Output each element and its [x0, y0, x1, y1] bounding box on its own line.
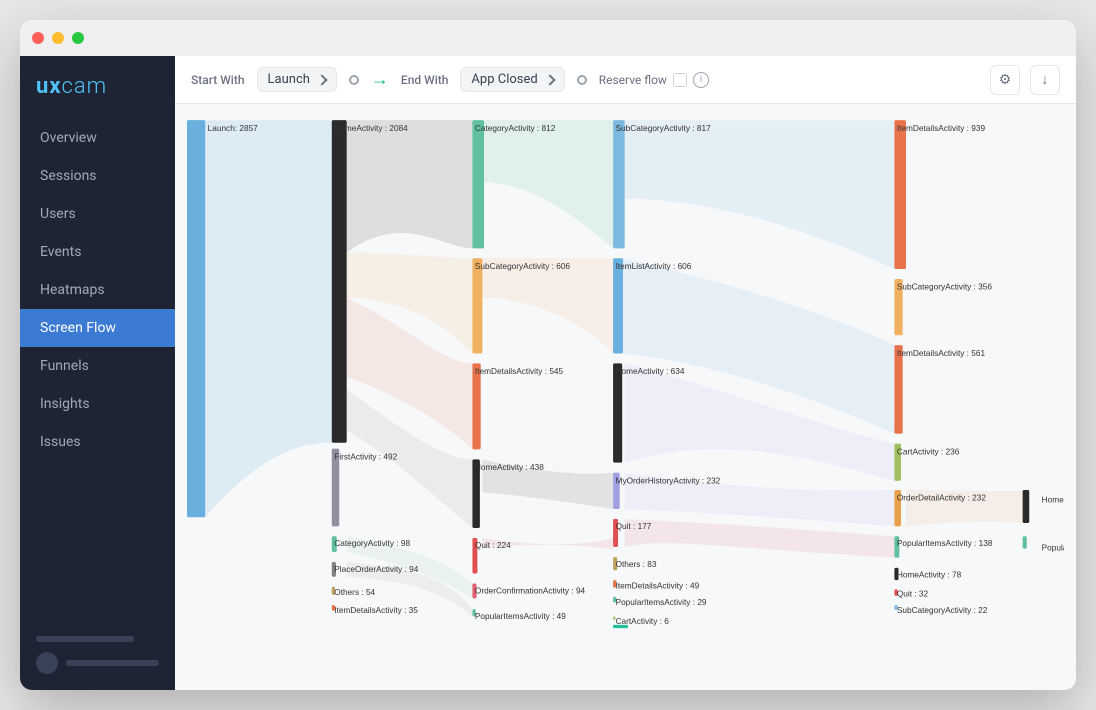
- svg-text:SubCategoryActivity : 356: SubCategoryActivity : 356: [897, 283, 993, 292]
- end-label: End With: [401, 73, 449, 87]
- svg-text:OrderDetailActivity : 232: OrderDetailActivity : 232: [897, 494, 987, 503]
- sidebar-nav: OverviewSessionsUsersEventsHeatmapsScree…: [20, 119, 175, 620]
- svg-text:FirstActivity : 492: FirstActivity : 492: [334, 452, 397, 461]
- sidebar-item-users[interactable]: Users: [20, 195, 175, 233]
- download-icon: ↓: [1042, 71, 1049, 88]
- svg-text:SubCategoryActivity : 817: SubCategoryActivity : 817: [616, 124, 712, 133]
- toolbar-actions: ⚙ ↓: [990, 65, 1060, 95]
- svg-text:Quit : 224: Quit : 224: [475, 541, 511, 550]
- download-button[interactable]: ↓: [1030, 65, 1060, 95]
- svg-text:HomeActivity : 634: HomeActivity : 634: [616, 367, 685, 376]
- svg-text:MyOrderHistoryActivity : 232: MyOrderHistoryActivity : 232: [616, 476, 721, 485]
- end-value: App Closed: [471, 72, 537, 87]
- close-button[interactable]: [32, 32, 44, 44]
- sidebar-item-overview[interactable]: Overview: [20, 119, 175, 157]
- svg-text:HomeActivity : 438: HomeActivity : 438: [475, 463, 544, 472]
- svg-text:SubCategoryActivity : 606: SubCategoryActivity : 606: [475, 262, 571, 271]
- svg-text:Others : 54: Others : 54: [334, 588, 375, 597]
- settings-button[interactable]: ⚙: [990, 65, 1020, 95]
- sankey-diagram: Launch: 2857 HomeActivity : 2084 Categor…: [187, 116, 1064, 678]
- reserve-flow-group: Reserve flow i: [599, 72, 709, 88]
- sidebar-item-sessions[interactable]: Sessions: [20, 157, 175, 195]
- svg-text:OrderConfirmationActivity : 94: OrderConfirmationActivity : 94: [475, 586, 586, 595]
- svg-text:PopularItemsActivity : 49: PopularItemsActivity : 49: [475, 612, 566, 621]
- reserve-label: Reserve flow: [599, 73, 667, 87]
- main-content: Start With Launch → End With App Closed …: [175, 56, 1076, 690]
- sidebar-bar-1: [36, 636, 134, 642]
- svg-text:Quit : 32: Quit : 32: [897, 590, 929, 599]
- end-indicator-icon: [577, 75, 587, 85]
- gear-icon: ⚙: [999, 72, 1012, 88]
- minimize-button[interactable]: [52, 32, 64, 44]
- svg-text:HomeActivity : 211: HomeActivity : 211: [1042, 495, 1064, 504]
- start-indicator-icon: [349, 75, 359, 85]
- svg-text:PopularItemsActivity : 29: PopularItemsActivity : 29: [1042, 543, 1064, 552]
- app-window: uxcam OverviewSessionsUsersEventsHeatmap…: [20, 20, 1076, 690]
- end-chevron-icon: [544, 74, 555, 85]
- svg-text:SubCategoryActivity : 22: SubCategoryActivity : 22: [897, 606, 988, 615]
- svg-text:CategoryActivity : 98: CategoryActivity : 98: [334, 539, 410, 548]
- maximize-button[interactable]: [72, 32, 84, 44]
- titlebar: [20, 20, 1076, 56]
- sidebar-user: [36, 652, 159, 674]
- avatar: [36, 652, 58, 674]
- sidebar-item-screen-flow[interactable]: Screen Flow: [20, 309, 175, 347]
- svg-text:PopularItemsActivity : 29: PopularItemsActivity : 29: [616, 598, 707, 607]
- svg-text:CategoryActivity : 812: CategoryActivity : 812: [475, 124, 556, 133]
- svg-text:Others : 83: Others : 83: [616, 560, 657, 569]
- svg-text:PopularItemsActivity : 138: PopularItemsActivity : 138: [897, 539, 993, 548]
- svg-text:CartActivity : 6: CartActivity : 6: [616, 617, 670, 626]
- app-body: uxcam OverviewSessionsUsersEventsHeatmap…: [20, 56, 1076, 690]
- sidebar: uxcam OverviewSessionsUsersEventsHeatmap…: [20, 56, 175, 690]
- start-chevron-icon: [316, 74, 327, 85]
- sidebar-item-insights[interactable]: Insights: [20, 385, 175, 423]
- svg-text:HomeActivity : 78: HomeActivity : 78: [897, 571, 962, 580]
- svg-text:HomeActivity : 2084: HomeActivity : 2084: [334, 124, 408, 133]
- sidebar-user-bar: [66, 660, 159, 666]
- logo: uxcam: [20, 56, 175, 119]
- sidebar-item-heatmaps[interactable]: Heatmaps: [20, 271, 175, 309]
- svg-text:ItemDetailsActivity : 939: ItemDetailsActivity : 939: [897, 124, 986, 133]
- sidebar-footer: [20, 620, 175, 690]
- svg-text:ItemDetailsActivity : 545: ItemDetailsActivity : 545: [475, 367, 564, 376]
- svg-text:Launch: 2857: Launch: 2857: [208, 124, 259, 133]
- sidebar-item-issues[interactable]: Issues: [20, 423, 175, 461]
- start-select[interactable]: Launch: [257, 67, 337, 92]
- svg-text:ItemDetailsActivity : 561: ItemDetailsActivity : 561: [897, 349, 986, 358]
- svg-text:Quit : 177: Quit : 177: [616, 522, 652, 531]
- toolbar: Start With Launch → End With App Closed …: [175, 56, 1076, 104]
- svg-text:CartActivity : 236: CartActivity : 236: [897, 447, 960, 456]
- start-label: Start With: [191, 73, 245, 87]
- sidebar-item-funnels[interactable]: Funnels: [20, 347, 175, 385]
- flow-area[interactable]: Launch: 2857 HomeActivity : 2084 Categor…: [175, 104, 1076, 690]
- start-value: Launch: [268, 72, 310, 87]
- svg-text:ItemListActivity : 606: ItemListActivity : 606: [616, 262, 692, 271]
- svg-text:PlaceOrderActivity : 94: PlaceOrderActivity : 94: [334, 565, 418, 574]
- svg-text:ItemDetailsActivity : 35: ItemDetailsActivity : 35: [334, 606, 418, 615]
- svg-text:ItemDetailsActivity : 49: ItemDetailsActivity : 49: [616, 581, 700, 590]
- arrow-icon: →: [371, 69, 389, 90]
- end-select[interactable]: App Closed: [460, 67, 564, 92]
- reserve-info-icon[interactable]: i: [693, 72, 709, 88]
- sidebar-item-events[interactable]: Events: [20, 233, 175, 271]
- sankey-svg: Launch: 2857 HomeActivity : 2084 Categor…: [187, 116, 1064, 678]
- reserve-checkbox[interactable]: [673, 73, 687, 87]
